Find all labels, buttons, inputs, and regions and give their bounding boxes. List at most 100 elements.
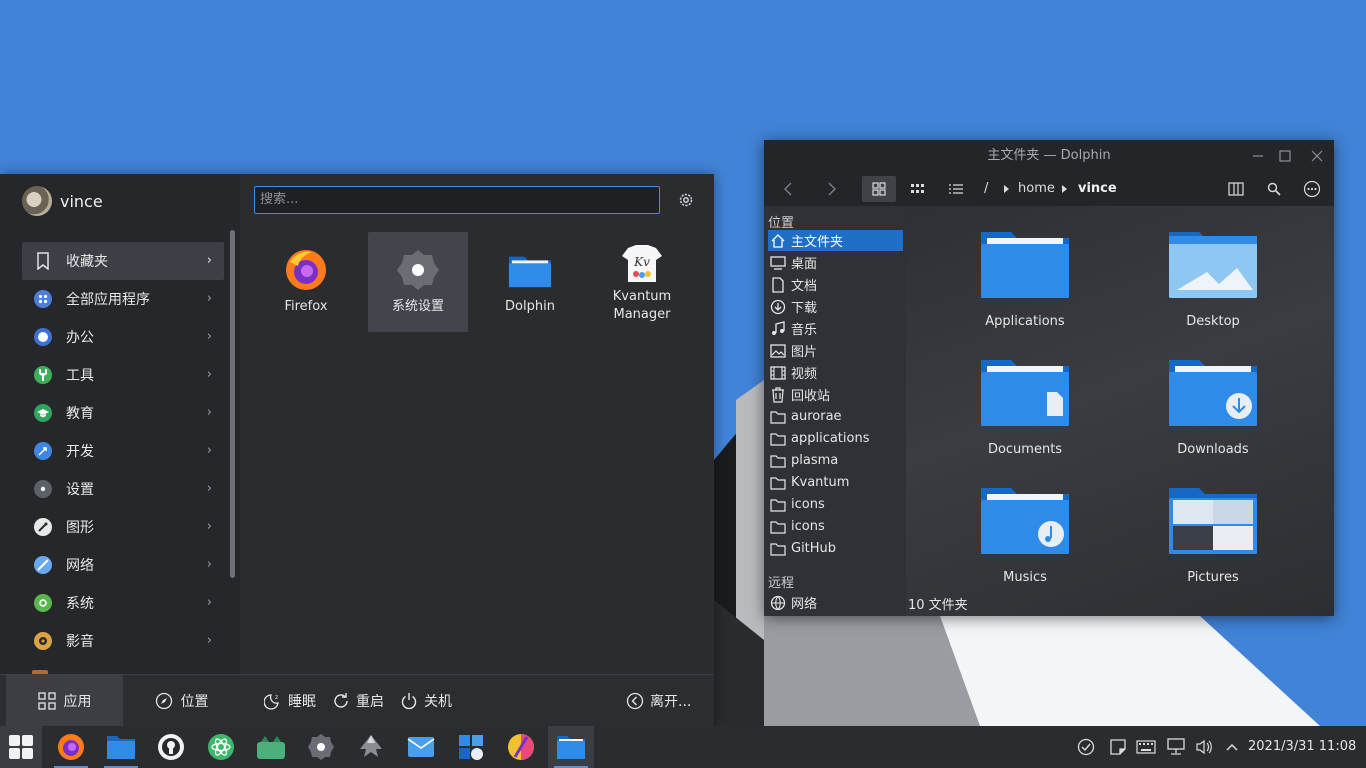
settings-icon [34, 480, 52, 498]
favorite-system-settings[interactable]: 系统设置 [368, 232, 468, 332]
restart-button[interactable]: 重启 [332, 675, 384, 727]
place-kvantum[interactable]: Kvantum [768, 472, 903, 493]
split-view-button[interactable] [1219, 176, 1253, 202]
place-github[interactable]: GitHub [768, 538, 903, 559]
category-label: 教育 [66, 406, 94, 422]
category-system[interactable]: 系统 › [22, 584, 224, 622]
category-office[interactable]: 办公 › [22, 318, 224, 356]
category-label: 设置 [66, 482, 94, 498]
category-label: 影音 [66, 634, 94, 650]
place-trash[interactable]: 回收站 [768, 384, 903, 405]
minimize-button[interactable] [1248, 146, 1268, 166]
category-scrollbar[interactable] [230, 230, 235, 578]
category-all-apps[interactable]: 全部应用程序 › [22, 280, 224, 318]
place-pictures[interactable]: 图片 [768, 340, 903, 361]
place-desktop[interactable]: 桌面 [768, 252, 903, 273]
sleep-button[interactable]: z 睡眠 [264, 675, 316, 727]
folder-icon [981, 232, 1069, 298]
menu-button[interactable] [1295, 176, 1329, 202]
kvantum-taskbar-icon [257, 736, 285, 759]
folder-downloads[interactable]: Downloads [1138, 356, 1288, 476]
close-button[interactable] [1307, 146, 1327, 166]
tray-expand[interactable] [1218, 726, 1246, 768]
place-videos[interactable]: 视频 [768, 362, 903, 383]
category-settings[interactable]: 设置 › [22, 470, 224, 508]
folder-applications[interactable]: Applications [950, 228, 1100, 348]
start-button[interactable] [0, 726, 42, 768]
category-internet[interactable]: 网络 › [22, 546, 224, 584]
color-picker-icon [508, 734, 534, 760]
folder-desktop[interactable]: Desktop [1138, 228, 1288, 348]
chevron-right-icon: › [206, 557, 212, 572]
favorite-dolphin[interactable]: Dolphin [480, 232, 580, 332]
icons-view-button[interactable] [862, 176, 896, 202]
details-view-button[interactable] [939, 176, 973, 202]
place-icons[interactable]: icons [768, 494, 903, 515]
place-downloads[interactable]: 下载 [768, 296, 903, 317]
taskbar-atom[interactable] [198, 726, 244, 768]
compact-view-button[interactable] [901, 176, 935, 202]
place-applications[interactable]: applications [768, 428, 903, 449]
taskbar: 2021/3/31 11:08 [0, 726, 1366, 768]
place-home[interactable]: 主文件夹 [768, 230, 903, 251]
favorite-firefox[interactable]: Firefox [256, 232, 356, 332]
folder-label: Musics [1003, 570, 1047, 585]
favorite-kvantum-manager[interactable]: Kv Kvantum Manager [592, 232, 692, 332]
category-development[interactable]: 开发 › [22, 432, 224, 470]
launcher-settings-button[interactable] [676, 190, 696, 210]
taskbar-github[interactable] [148, 726, 194, 768]
place-documents[interactable]: 文档 [768, 274, 903, 295]
back-button[interactable] [772, 176, 806, 202]
tray-volume[interactable] [1190, 726, 1218, 768]
place-label: 桌面 [791, 257, 818, 272]
taskbar-color-picker[interactable] [498, 726, 544, 768]
breadcrumb-home[interactable]: home [1018, 176, 1055, 202]
folder-musics[interactable]: Musics [950, 484, 1100, 604]
tray-updates[interactable] [1072, 726, 1100, 768]
place-music[interactable]: 音乐 [768, 318, 903, 339]
tools-icon [34, 366, 52, 384]
category-graphics[interactable]: 图形 › [22, 508, 224, 546]
leave-button[interactable]: 离开... [626, 675, 691, 727]
user-info[interactable]: vince [22, 186, 103, 216]
place-icons-2[interactable]: icons [768, 516, 903, 537]
folder-icon [770, 542, 786, 556]
breadcrumb-vince[interactable]: vince [1078, 176, 1117, 202]
development-icon [34, 442, 52, 460]
place-plasma[interactable]: plasma [768, 450, 903, 471]
discover-icon [459, 735, 483, 760]
maximize-button[interactable] [1275, 146, 1295, 166]
taskbar-firefox[interactable] [48, 726, 94, 768]
window-titlebar[interactable]: 主文件夹 — Dolphin [764, 140, 1334, 172]
category-favorites[interactable]: 收藏夹 › [22, 242, 224, 280]
tray-network[interactable] [1162, 726, 1190, 768]
taskbar-inkscape[interactable] [348, 726, 394, 768]
forward-button[interactable] [814, 176, 848, 202]
split-view-icon [1228, 182, 1244, 196]
taskbar-kvantum[interactable] [248, 726, 294, 768]
taskbar-dolphin[interactable] [548, 726, 594, 768]
category-education[interactable]: 教育 › [22, 394, 224, 432]
shutdown-button[interactable]: 关机 [400, 675, 452, 727]
folder-pictures[interactable]: Pictures [1138, 484, 1288, 604]
taskbar-system-settings[interactable] [298, 726, 344, 768]
category-label: 办公 [66, 330, 94, 346]
system-settings-icon [308, 734, 334, 760]
search-input[interactable]: 搜索... [254, 186, 660, 214]
clock[interactable]: 2021/3/31 11:08 [1248, 726, 1356, 768]
breadcrumb-root[interactable]: / [984, 176, 988, 202]
place-network[interactable]: 网络 [768, 592, 903, 613]
folder-documents[interactable]: Documents [950, 356, 1100, 476]
tray-notes[interactable] [1104, 726, 1132, 768]
taskbar-files[interactable] [98, 726, 144, 768]
place-aurorae[interactable]: aurorae [768, 406, 903, 427]
tab-places[interactable]: 位置 [123, 675, 240, 727]
category-multimedia[interactable]: 影音 › [22, 622, 224, 660]
search-button[interactable] [1257, 176, 1291, 202]
tray-keyboard[interactable] [1132, 726, 1160, 768]
category-tools[interactable]: 工具 › [22, 356, 224, 394]
place-label: plasma [791, 453, 839, 468]
taskbar-mail[interactable] [398, 726, 444, 768]
tab-applications[interactable]: 应用 [6, 675, 123, 727]
taskbar-discover[interactable] [448, 726, 494, 768]
